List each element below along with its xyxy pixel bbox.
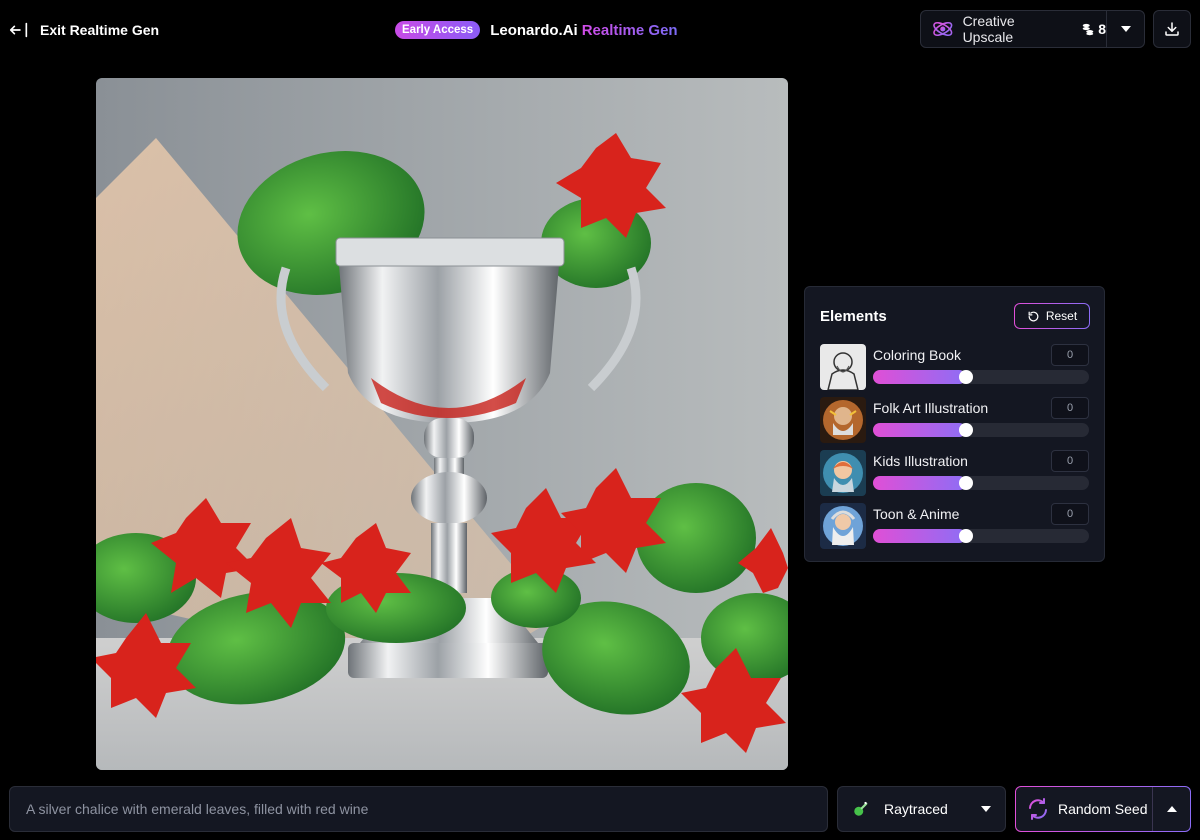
- slider-knob[interactable]: [959, 370, 973, 384]
- generated-image: [96, 78, 788, 770]
- download-button[interactable]: [1153, 10, 1191, 48]
- download-icon: [1165, 22, 1179, 36]
- upscale-options-dropdown[interactable]: [1106, 11, 1144, 47]
- element-weight-slider[interactable]: [873, 476, 1089, 490]
- element-coloring-book: Coloring Book 0: [820, 344, 1092, 390]
- prompt-text: A silver chalice with emerald leaves, fi…: [26, 801, 369, 817]
- creative-upscale-control: Creative Upscale 8: [920, 10, 1145, 48]
- reset-icon: [1028, 311, 1039, 321]
- chevron-up-icon: [1166, 806, 1177, 812]
- style-label: Raytraced: [884, 801, 948, 817]
- element-weight-value[interactable]: 0: [1051, 503, 1089, 525]
- slider-fill: [873, 476, 966, 490]
- potion-icon: [854, 801, 868, 816]
- random-seed-control: Random Seed: [1015, 786, 1191, 832]
- style-select[interactable]: Raytraced: [837, 786, 1006, 832]
- slider-fill: [873, 529, 966, 543]
- creative-upscale-label: Creative Upscale: [962, 13, 1015, 45]
- prompt-input[interactable]: A silver chalice with emerald leaves, fi…: [9, 786, 828, 832]
- coloring-book-thumbnail: [820, 344, 866, 390]
- slider-knob[interactable]: [959, 423, 973, 437]
- element-toon-anime: Toon & Anime 0: [820, 503, 1092, 549]
- element-weight-value[interactable]: 0: [1051, 397, 1089, 419]
- creative-upscale-button[interactable]: Creative Upscale 8: [921, 11, 1106, 47]
- token-cost: 8: [1081, 21, 1106, 37]
- brand-header: Early Access Leonardo.Ai Realtime Gen: [395, 19, 678, 41]
- element-name: Coloring Book: [873, 347, 961, 363]
- chevron-down-icon: [1120, 26, 1131, 32]
- exit-label: Exit Realtime Gen: [40, 22, 160, 38]
- folk-art-thumbnail: [820, 397, 866, 443]
- element-weight-value[interactable]: 0: [1051, 344, 1089, 366]
- chevron-down-icon: [981, 806, 991, 812]
- slider-fill: [873, 370, 966, 384]
- element-kids-illustration: Kids Illustration 0: [820, 450, 1092, 496]
- exit-realtime-gen-button[interactable]: Exit Realtime Gen: [8, 18, 159, 42]
- random-seed-button[interactable]: Random Seed: [1016, 787, 1152, 831]
- early-access-badge: Early Access: [395, 21, 481, 39]
- upscale-orbit-icon: [933, 21, 953, 37]
- element-name: Kids Illustration: [873, 453, 968, 469]
- slider-knob[interactable]: [959, 529, 973, 543]
- tokens-icon: [1082, 23, 1094, 36]
- refresh-icon: [1029, 798, 1047, 820]
- element-folk-art-illustration: Folk Art Illustration 0: [820, 397, 1092, 443]
- random-seed-label: Random Seed: [1058, 801, 1148, 817]
- token-cost-value: 8: [1098, 21, 1106, 37]
- chalice-illustration: [96, 78, 788, 770]
- mode-name: Realtime Gen: [581, 21, 678, 39]
- element-weight-slider[interactable]: [873, 529, 1089, 543]
- kids-illustration-thumbnail: [820, 450, 866, 496]
- element-weight-slider[interactable]: [873, 370, 1089, 384]
- reset-button[interactable]: Reset: [1014, 303, 1090, 329]
- elements-title: Elements: [820, 308, 887, 325]
- reset-label: Reset: [1045, 309, 1078, 323]
- exit-arrow-icon: [9, 22, 28, 38]
- elements-panel: Elements Reset Coloring Book 0 Folk Art …: [804, 286, 1105, 562]
- seed-options-toggle[interactable]: [1152, 787, 1190, 831]
- element-name: Folk Art Illustration: [873, 400, 989, 416]
- element-name: Toon & Anime: [873, 506, 960, 522]
- element-weight-slider[interactable]: [873, 423, 1089, 437]
- slider-knob[interactable]: [959, 476, 973, 490]
- slider-fill: [873, 423, 966, 437]
- brand-name: Leonardo.Ai: [490, 21, 578, 39]
- toon-anime-thumbnail: [820, 503, 866, 549]
- element-weight-value[interactable]: 0: [1051, 450, 1089, 472]
